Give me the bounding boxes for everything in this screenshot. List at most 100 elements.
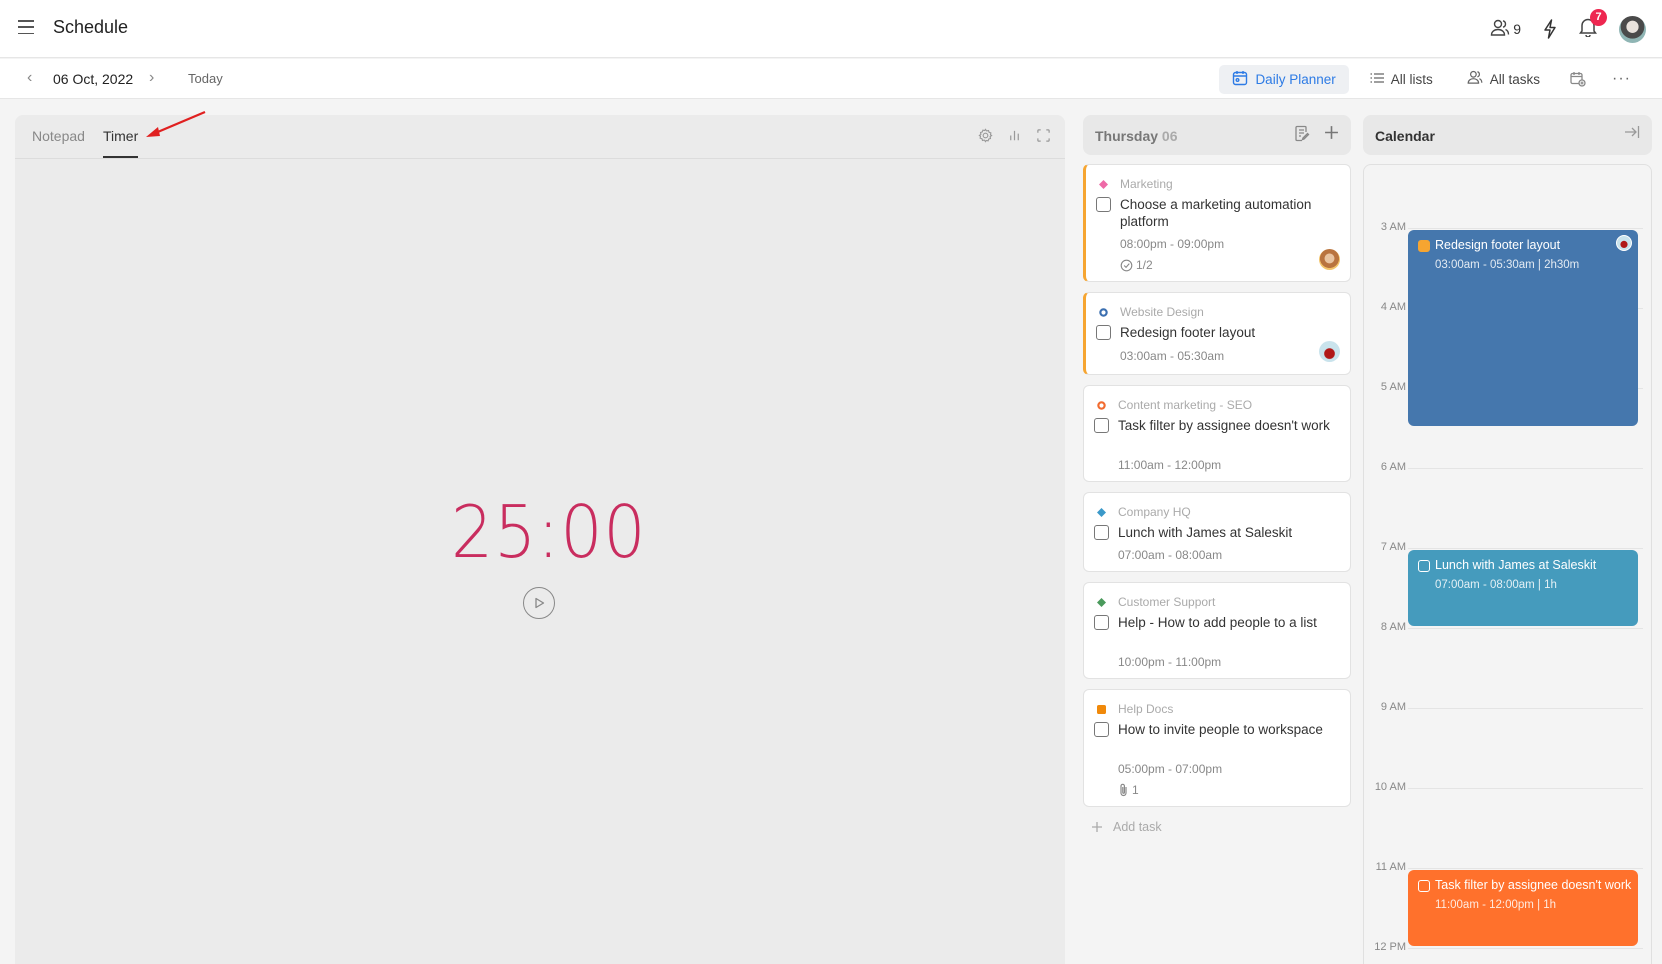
event-title: Redesign footer layout	[1435, 238, 1561, 252]
notification-badge: 7	[1590, 8, 1607, 26]
task-title[interactable]: Help - How to add people to a list	[1118, 614, 1333, 631]
task-category: Customer Support	[1118, 595, 1216, 609]
task-time: 11:00am - 12:00pm	[1118, 458, 1222, 472]
task-checkbox[interactable]	[1096, 325, 1111, 340]
task-card[interactable]: Customer Support Help - How to add peopl…	[1083, 582, 1351, 679]
calendar-add-icon[interactable]	[1561, 71, 1595, 87]
task-card[interactable]: Marketing Choose a marketing automation …	[1083, 164, 1351, 282]
task-category: Company HQ	[1118, 505, 1191, 519]
event-title: Task filter by assignee doesn't work	[1435, 878, 1632, 892]
play-button[interactable]	[523, 587, 555, 619]
task-card[interactable]: Help Docs How to invite people to worksp…	[1083, 689, 1351, 807]
menu-icon[interactable]	[18, 20, 34, 34]
assignee-avatar[interactable]	[1319, 249, 1340, 270]
calendar-icon	[1232, 70, 1248, 89]
hour-label: 6 AM	[1380, 461, 1406, 473]
panel-tabs: Notepad Timer	[15, 115, 1065, 159]
task-checkbox[interactable]	[1094, 525, 1109, 540]
paperclip-icon	[1120, 783, 1127, 797]
gear-icon[interactable]	[978, 128, 993, 143]
notifications-button[interactable]: 7	[1579, 8, 1607, 42]
stats-icon[interactable]	[1007, 128, 1022, 143]
event-checkbox[interactable]	[1418, 240, 1430, 252]
timer-display: 25:00	[451, 490, 647, 574]
diamond-icon	[1099, 180, 1108, 189]
calendar-title: Calendar	[1375, 128, 1435, 144]
calendar-header: Calendar	[1363, 115, 1652, 155]
hour-gridline	[1408, 788, 1643, 789]
users-icon	[1490, 19, 1510, 40]
task-title[interactable]: Choose a marketing automation platform	[1120, 196, 1335, 230]
task-card[interactable]: Company HQ Lunch with James at Saleskit …	[1083, 492, 1351, 572]
event-assignee-avatar[interactable]	[1616, 235, 1632, 251]
task-card[interactable]: Content marketing - SEO Task filter by a…	[1083, 385, 1351, 482]
task-time: 05:00pm - 07:00pm	[1118, 762, 1223, 776]
plus-icon[interactable]	[1324, 125, 1339, 142]
diamond-icon	[1097, 598, 1106, 607]
tab-label: Daily Planner	[1255, 71, 1336, 87]
app-title: Schedule	[53, 17, 129, 37]
task-title[interactable]: Lunch with James at Saleskit	[1118, 524, 1333, 541]
calendar-event[interactable]: Task filter by assignee doesn't work 11:0…	[1408, 870, 1638, 946]
add-task-label: Add task	[1113, 820, 1162, 834]
hour-label: 5 AM	[1380, 381, 1406, 393]
hour-label: 3 AM	[1380, 221, 1406, 233]
task-title[interactable]: Task filter by assignee doesn't work	[1118, 417, 1333, 434]
more-icon[interactable]: ···	[1603, 70, 1640, 88]
users-icon	[1467, 70, 1483, 88]
today-button[interactable]: Today	[188, 71, 223, 86]
event-time: 11:00am - 12:00pm | 1h	[1435, 899, 1557, 911]
hour-gridline	[1408, 628, 1643, 629]
task-checkbox[interactable]	[1096, 197, 1111, 212]
subtask-count: 1/2	[1136, 258, 1153, 272]
task-time: 10:00pm - 11:00pm	[1118, 655, 1222, 669]
task-time: 08:00pm - 09:00pm	[1120, 237, 1225, 251]
event-time: 07:00am - 08:00am | 1h	[1435, 579, 1557, 591]
ring-icon	[1099, 308, 1108, 317]
hour-gridline	[1408, 548, 1643, 549]
calendar-timeline[interactable]: 3 AM 4 AM 5 AM 6 AM 7 AM 8 AM 9 AM 10 AM 11 AM 12…	[1363, 164, 1652, 964]
chevron-right-icon[interactable]: ›	[149, 69, 154, 87]
task-category: Help Docs	[1118, 702, 1174, 716]
notes-icon[interactable]	[1294, 125, 1310, 142]
day-heading: Thursday 06	[1095, 128, 1177, 144]
user-avatar[interactable]	[1619, 15, 1646, 43]
add-task-button[interactable]: Add task	[1091, 820, 1162, 834]
lightning-icon[interactable]	[1543, 19, 1557, 39]
day-number: 06	[1161, 128, 1178, 144]
tab-all-tasks[interactable]: All tasks	[1454, 65, 1553, 94]
task-attachments: 1	[1118, 783, 1139, 797]
attachment-count: 1	[1132, 783, 1139, 797]
tab-daily-planner[interactable]: Daily Planner	[1219, 64, 1349, 94]
date-toolbar: ‹ 06 Oct, 2022 › Today Daily Planner All…	[0, 59, 1662, 99]
task-card[interactable]: Website Design Redesign footer layout 03…	[1083, 292, 1351, 375]
tab-timer[interactable]: Timer	[103, 128, 139, 158]
tab-notepad[interactable]: Notepad	[32, 128, 85, 156]
hour-label: 4 AM	[1380, 301, 1406, 313]
calendar-event[interactable]: Redesign footer layout 03:00am - 05:30am …	[1408, 230, 1638, 426]
task-title[interactable]: How to invite people to workspace	[1118, 721, 1333, 738]
hour-gridline	[1408, 868, 1643, 869]
task-title[interactable]: Redesign footer layout	[1120, 324, 1335, 341]
calendar-event[interactable]: Lunch with James at Saleskit 07:00am - 08…	[1408, 550, 1638, 626]
chevron-left-icon[interactable]: ‹	[27, 69, 32, 87]
top-bar: Schedule 9 7	[0, 0, 1662, 58]
ring-icon	[1097, 401, 1106, 410]
task-checkbox[interactable]	[1094, 418, 1109, 433]
tab-all-lists[interactable]: All lists	[1357, 65, 1446, 94]
collapse-panel-icon[interactable]	[1624, 124, 1640, 145]
hour-label: 8 AM	[1380, 621, 1406, 633]
tasks-header: Thursday 06	[1083, 115, 1351, 155]
current-date: 06 Oct, 2022	[53, 71, 134, 87]
play-icon	[535, 597, 545, 609]
fullscreen-icon[interactable]	[1036, 128, 1051, 143]
task-checkbox[interactable]	[1094, 615, 1109, 630]
tasks-tools	[1294, 125, 1339, 142]
tab-label: All lists	[1390, 71, 1433, 87]
event-checkbox[interactable]	[1418, 560, 1430, 572]
task-category: Website Design	[1120, 305, 1204, 319]
event-checkbox[interactable]	[1418, 880, 1430, 892]
members-button[interactable]: 9	[1490, 19, 1521, 40]
task-checkbox[interactable]	[1094, 722, 1109, 737]
assignee-avatar[interactable]	[1319, 341, 1340, 362]
